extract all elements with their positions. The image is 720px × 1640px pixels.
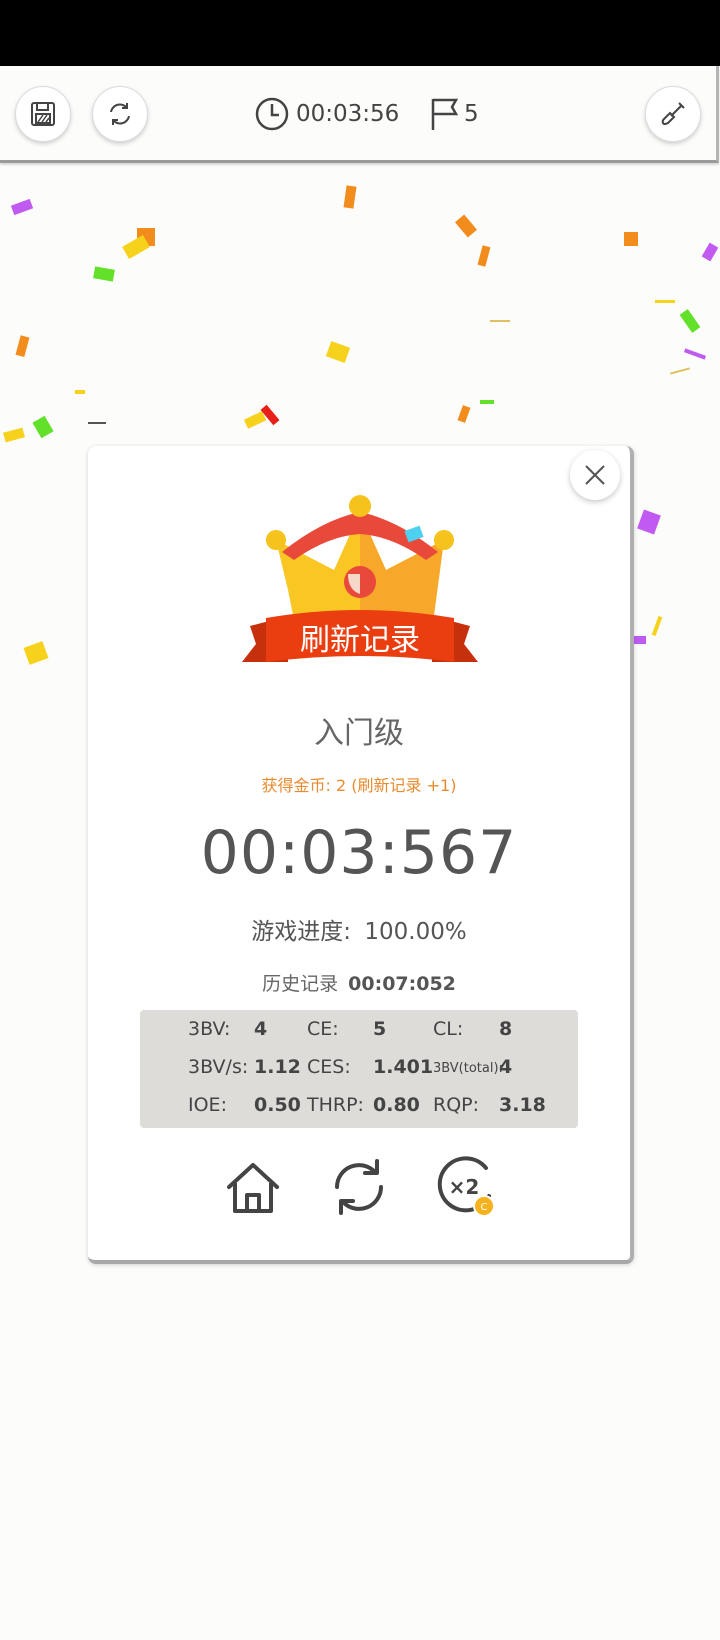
game-timer: 00:03:56 [254,94,399,134]
coins-earned: 获得金币: 2 (刷新记录 +1) [261,776,457,795]
stat-label: RQP: [433,1094,480,1116]
stat-value: 8 [499,1018,513,1040]
double-coins-icon: ×2 C [437,1156,495,1217]
stat-label: 3BV: [188,1018,231,1040]
final-time: 00:03:567 [200,818,518,888]
shovel-button[interactable] [645,86,701,142]
timer-text: 00:03:56 [296,101,400,127]
replay-button[interactable] [328,1156,390,1218]
stat-value: 1.12 [254,1056,301,1078]
shovel-icon [661,102,685,125]
game-toolbar: 00:03:56 5 [0,66,719,163]
home-icon [227,1163,279,1213]
stat-label: 3BV/s: [188,1056,249,1078]
stats-row: 3BV/s: 1.12 CES: 1.401 3BV(total): 4 [140,1056,578,1086]
stat-label: CE: [307,1018,339,1040]
replay-icon [335,1159,383,1215]
close-button[interactable] [570,450,620,500]
home-button[interactable] [222,1156,284,1218]
stat-value: 0.50 [254,1094,301,1116]
game-progress: 游戏进度: 100.00% [88,912,630,946]
record-banner-text: 刷新记录 [300,623,420,658]
history-label: 历史记录 [262,973,339,995]
status-bar [0,0,720,66]
record-dialog: 刷新记录 入门级 获得金币: 2 (刷新记录 +1) 00:03:567 游戏进… [88,446,634,1264]
clock-icon [255,97,289,131]
history-record: 历史记录 00:07:052 [88,969,630,996]
close-icon [585,465,605,485]
save-icon [31,102,55,126]
difficulty-level: 入门级 [314,716,404,751]
stat-value: 4 [499,1056,513,1078]
stat-label: THRP: [307,1094,364,1116]
stats-panel: 3BV: 4 CE: 5 CL: 8 3BV/s: 1.12 CES: 1.40… [140,1010,578,1128]
progress-label: 游戏进度: [251,919,352,945]
refresh-icon [110,103,130,125]
double-label: ×2 [449,1175,480,1199]
stats-row: 3BV: 4 CE: 5 CL: 8 [140,1018,578,1048]
stat-label: IOE: [188,1094,227,1116]
flag-count: 5 [464,101,479,127]
history-value: 00:07:052 [348,973,456,995]
crown-badge: 刷新记录 [242,495,478,662]
stat-label: CL: [433,1018,464,1040]
stat-value: 5 [373,1018,387,1040]
flag-icon [431,98,459,130]
stat-value: 1.401 [373,1056,434,1078]
stat-value: 0.80 [373,1094,420,1116]
double-coins-button[interactable]: ×2 C [434,1156,496,1218]
stat-label: 3BV(total): [433,1061,503,1076]
coin-label: C [481,1202,488,1213]
stat-label: CES: [307,1056,351,1078]
progress-value: 100.00% [364,919,467,945]
flag-counter: 5 [428,94,479,134]
stat-value: 3.18 [499,1094,546,1116]
stat-value: 4 [254,1018,268,1040]
save-button[interactable] [15,86,71,142]
stats-row: IOE: 0.50 THRP: 0.80 RQP: 3.18 [140,1094,578,1124]
restart-button[interactable] [92,86,148,142]
